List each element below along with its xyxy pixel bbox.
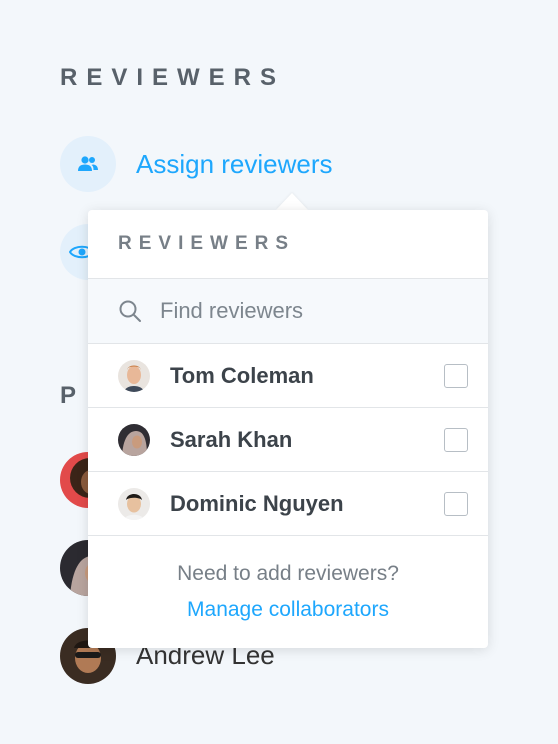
popover-arrow: [276, 193, 308, 210]
manage-collaborators-link[interactable]: Manage collaborators: [187, 598, 389, 622]
popover-footer: Need to add reviewers? Manage collaborat…: [88, 536, 488, 622]
search-bar[interactable]: [88, 279, 488, 344]
reviewer-checkbox[interactable]: [444, 491, 468, 516]
reviewer-checkbox[interactable]: [444, 427, 468, 452]
reviewer-row-tom-coleman[interactable]: Tom Coleman: [88, 344, 488, 408]
footer-note: Need to add reviewers?: [177, 562, 399, 585]
search-input[interactable]: [158, 297, 462, 325]
assign-reviewers-button[interactable]: Assign reviewers: [60, 136, 333, 192]
assign-reviewers-label[interactable]: Assign reviewers: [136, 149, 333, 180]
reviewer-name: Dominic Nguyen: [170, 490, 344, 516]
avatar: [118, 423, 150, 456]
avatar: [118, 359, 150, 392]
search-icon: [119, 300, 141, 322]
users-icon: [78, 156, 98, 171]
reviewers-section-title: REVIEWERS: [60, 64, 286, 91]
reviewer-name: Tom Coleman: [170, 362, 314, 388]
participants-section-title: P: [60, 382, 86, 409]
reviewer-checkbox[interactable]: [444, 363, 468, 388]
reviewers-popover: REVIEWERS Tom Coleman Sarah Kh: [88, 210, 488, 648]
avatar: [118, 487, 150, 520]
reviewer-row-dominic-nguyen[interactable]: Dominic Nguyen: [88, 472, 488, 536]
reviewer-name: Sarah Khan: [170, 426, 293, 452]
popover-title: REVIEWERS: [88, 210, 488, 279]
reviewer-row-sarah-khan[interactable]: Sarah Khan: [88, 408, 488, 472]
assign-icon-circle[interactable]: [60, 136, 116, 192]
